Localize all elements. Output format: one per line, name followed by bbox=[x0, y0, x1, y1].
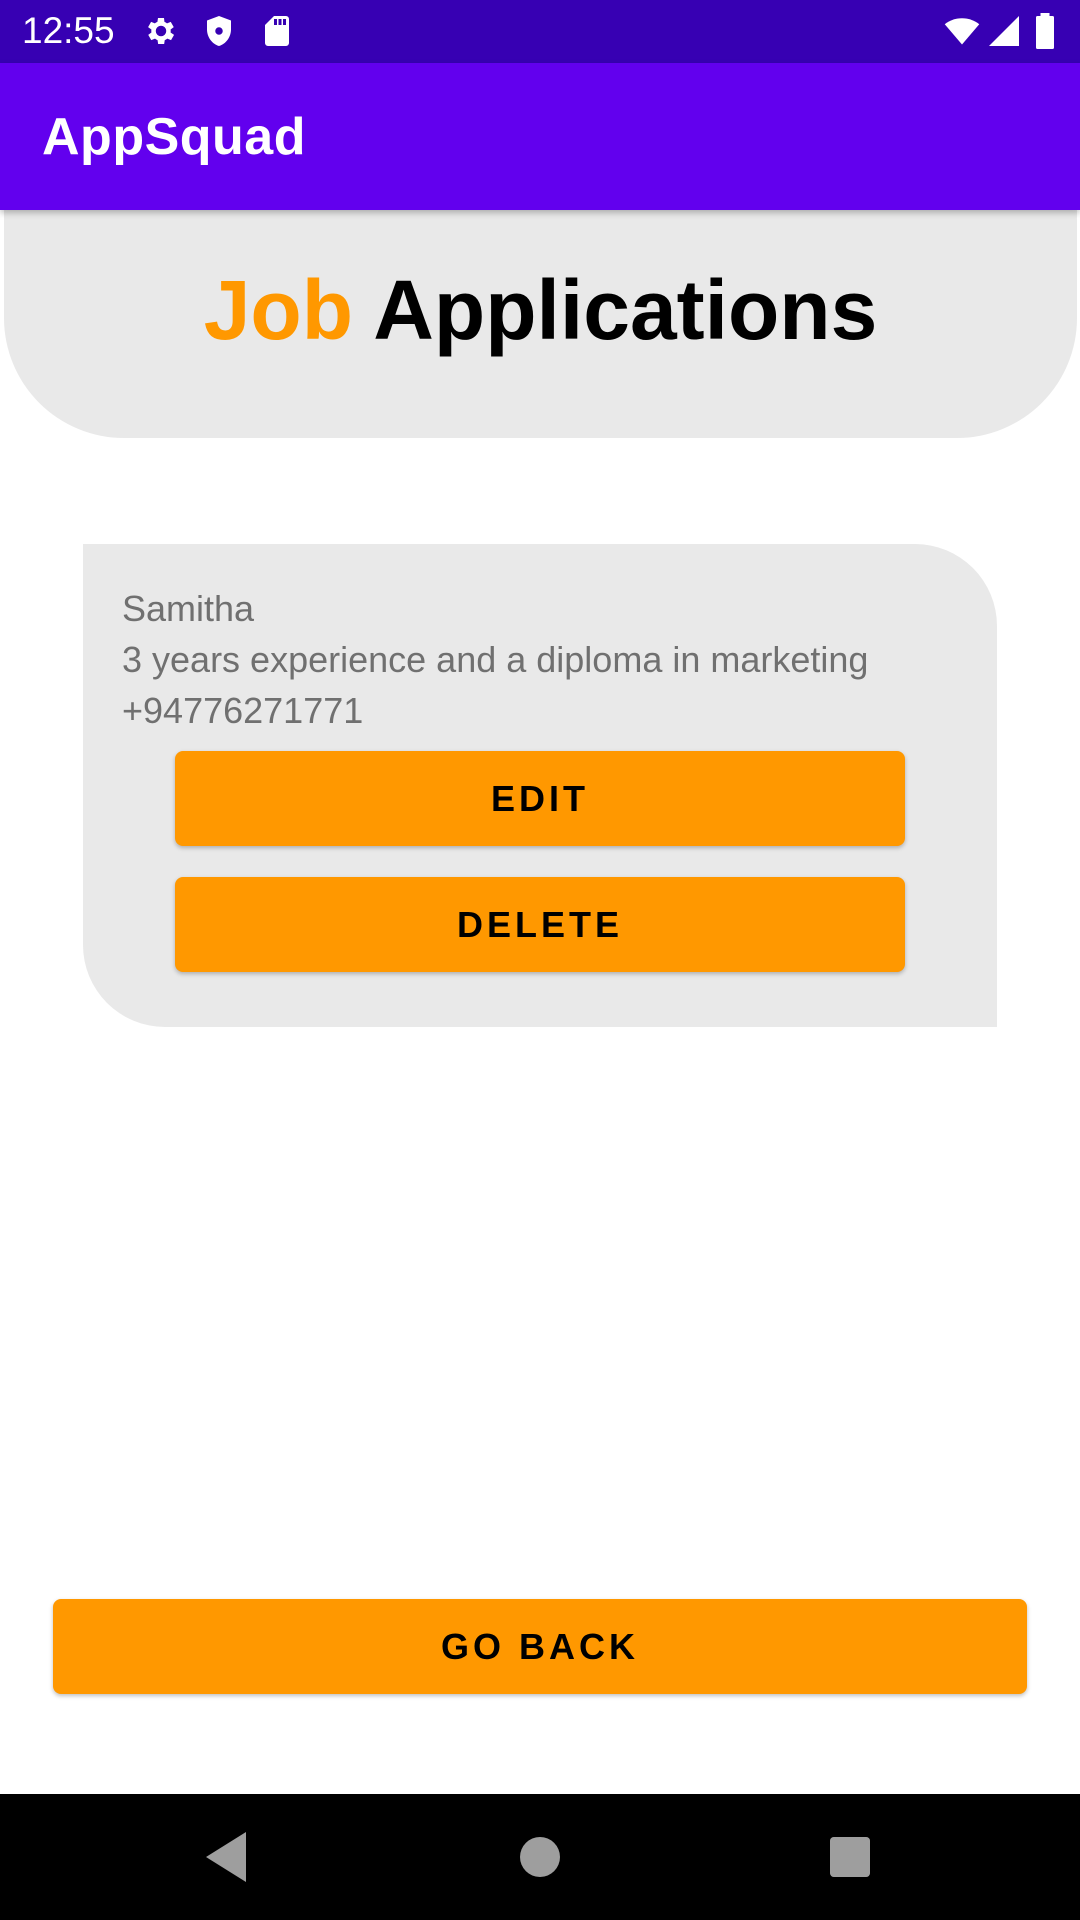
app-bar: AppSquad bbox=[0, 63, 1080, 210]
edit-button[interactable]: EDIT bbox=[175, 751, 905, 846]
gear-icon bbox=[143, 13, 179, 49]
back-icon[interactable] bbox=[196, 1827, 256, 1887]
go-back-button[interactable]: GO BACK bbox=[53, 1599, 1027, 1694]
signal-icon bbox=[986, 13, 1022, 49]
applicant-description: 3 years experience and a diploma in mark… bbox=[122, 639, 869, 680]
status-time: 12:55 bbox=[22, 10, 115, 51]
screen: 12:55 AppSquad Job Applications Samitha … bbox=[0, 0, 1080, 1920]
page-title-rest: Applications bbox=[373, 263, 878, 357]
app-title: AppSquad bbox=[42, 108, 306, 166]
delete-button[interactable]: DELETE bbox=[175, 877, 905, 972]
page-title-accent: Job bbox=[203, 263, 354, 357]
page-title: Job Applications bbox=[4, 260, 1077, 360]
applicant-name: Samitha bbox=[122, 588, 255, 629]
navigation-bar bbox=[0, 1794, 1080, 1920]
applicant-phone: +94776271771 bbox=[122, 690, 364, 731]
home-icon[interactable] bbox=[510, 1827, 570, 1887]
status-bar: 12:55 bbox=[0, 0, 1080, 63]
header-panel: Job Applications bbox=[4, 210, 1077, 438]
battery-icon bbox=[1030, 13, 1060, 49]
recents-icon[interactable] bbox=[820, 1827, 880, 1887]
sd-card-icon bbox=[259, 13, 295, 49]
wifi-icon bbox=[944, 13, 980, 49]
shield-icon bbox=[201, 13, 237, 49]
application-card: Samitha 3 years experience and a diploma… bbox=[83, 544, 997, 1027]
